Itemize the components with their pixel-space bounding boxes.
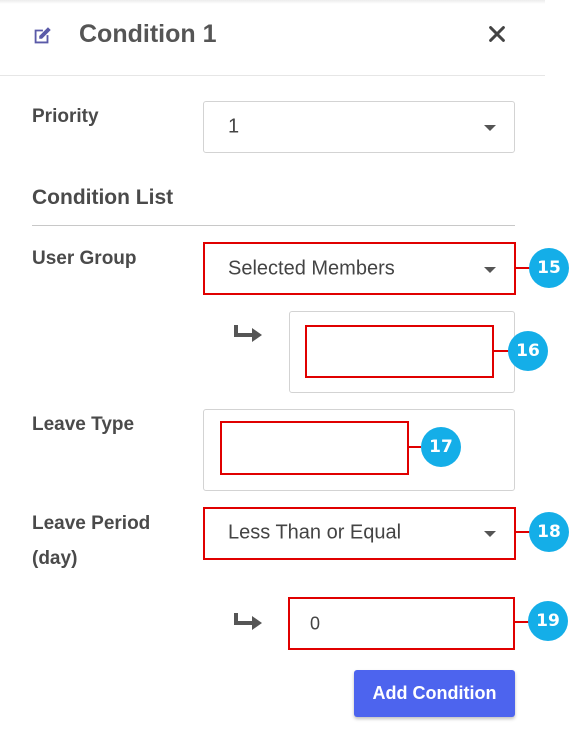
- highlight-user-group: [203, 242, 516, 295]
- priority-select[interactable]: 1: [203, 101, 515, 153]
- callout-line-15: [516, 267, 530, 269]
- callout-line-17: [409, 446, 421, 448]
- highlight-leave-period-operator: [203, 507, 516, 560]
- subcondition-arrow-icon: [234, 325, 262, 342]
- close-icon[interactable]: [486, 23, 508, 45]
- callout-badge-15: 15: [529, 248, 569, 288]
- user-group-label: User Group: [32, 248, 137, 269]
- panel-title: Condition 1: [79, 20, 217, 48]
- callout-line-18: [516, 531, 530, 533]
- section-divider: [32, 225, 515, 226]
- condition-list-title: Condition List: [32, 186, 174, 209]
- edit-icon: [34, 27, 51, 44]
- leave-period-label: Leave Period: [32, 513, 151, 534]
- callout-badge-16: 16: [508, 331, 548, 371]
- panel-header: Condition 1: [0, 4, 545, 76]
- add-condition-button[interactable]: Add Condition: [354, 670, 515, 717]
- subcondition-arrow-icon: [234, 613, 262, 630]
- priority-value: 1: [228, 115, 240, 138]
- leave-type-label: Leave Type: [32, 414, 135, 435]
- chevron-down-icon: [484, 125, 496, 131]
- highlight-members: [305, 325, 494, 378]
- leave-period-unit-label: (day): [32, 548, 78, 569]
- highlight-leave-type: [220, 421, 409, 475]
- highlight-leave-period-value: [288, 597, 515, 650]
- callout-badge-19: 19: [528, 601, 568, 641]
- priority-label: Priority: [32, 106, 99, 127]
- callout-line-19: [515, 621, 529, 623]
- callout-badge-17: 17: [421, 427, 461, 467]
- callout-badge-18: 18: [529, 512, 569, 552]
